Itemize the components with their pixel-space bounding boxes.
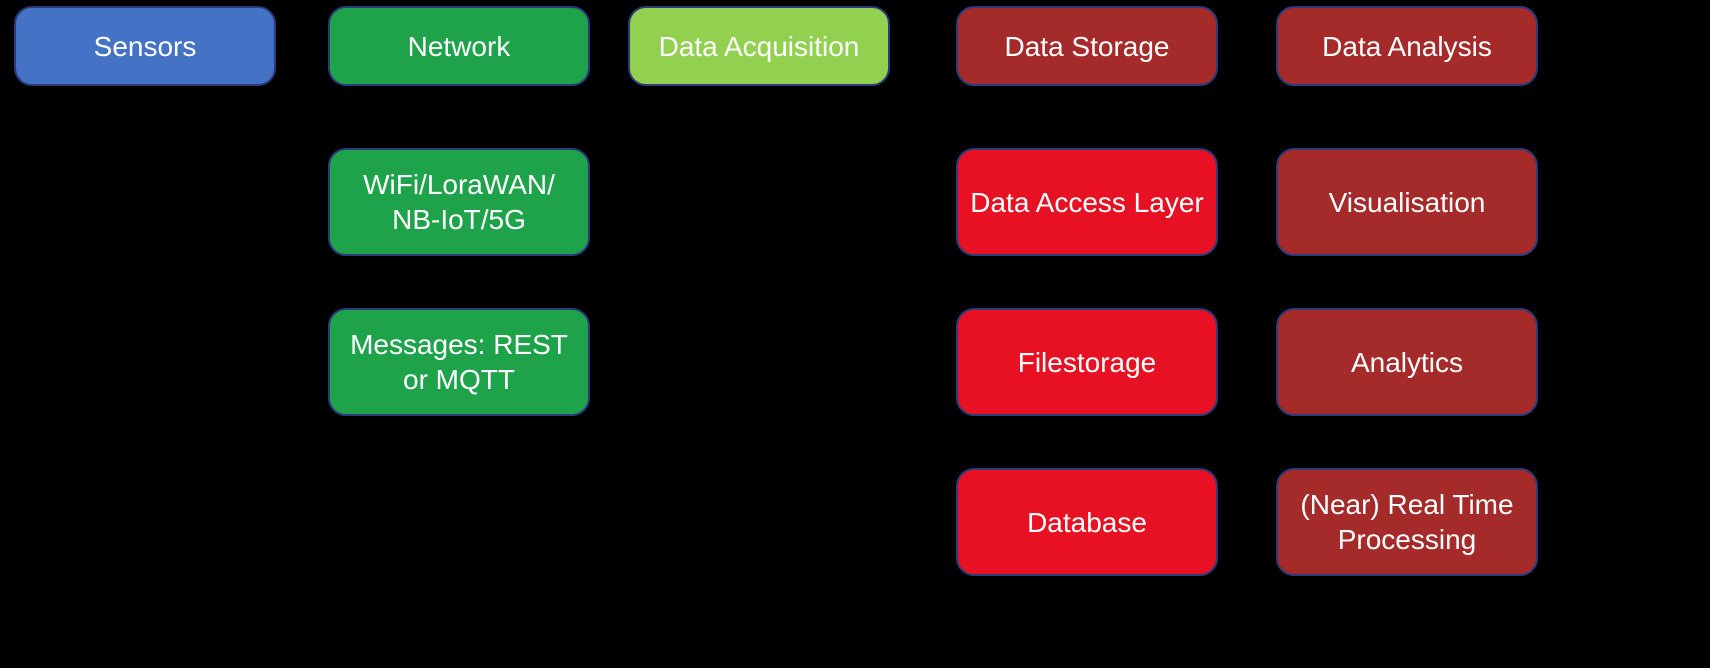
analytics-box: Analytics: [1276, 308, 1538, 416]
data-storage-header: Data Storage: [956, 6, 1218, 86]
realtime-processing-box: (Near) Real Time Processing: [1276, 468, 1538, 576]
database-box: Database: [956, 468, 1218, 576]
sensors-header: Sensors: [14, 6, 276, 86]
network-header: Network: [328, 6, 590, 86]
data-analysis-header: Data Analysis: [1276, 6, 1538, 86]
data-access-layer-box: Data Access Layer: [956, 148, 1218, 256]
filestorage-box: Filestorage: [956, 308, 1218, 416]
network-tech-box: WiFi/LoraWAN/ NB-IoT/5G: [328, 148, 590, 256]
data-acquisition-header: Data Acquisition: [628, 6, 890, 86]
visualisation-box: Visualisation: [1276, 148, 1538, 256]
network-messages-box: Messages: REST or MQTT: [328, 308, 590, 416]
